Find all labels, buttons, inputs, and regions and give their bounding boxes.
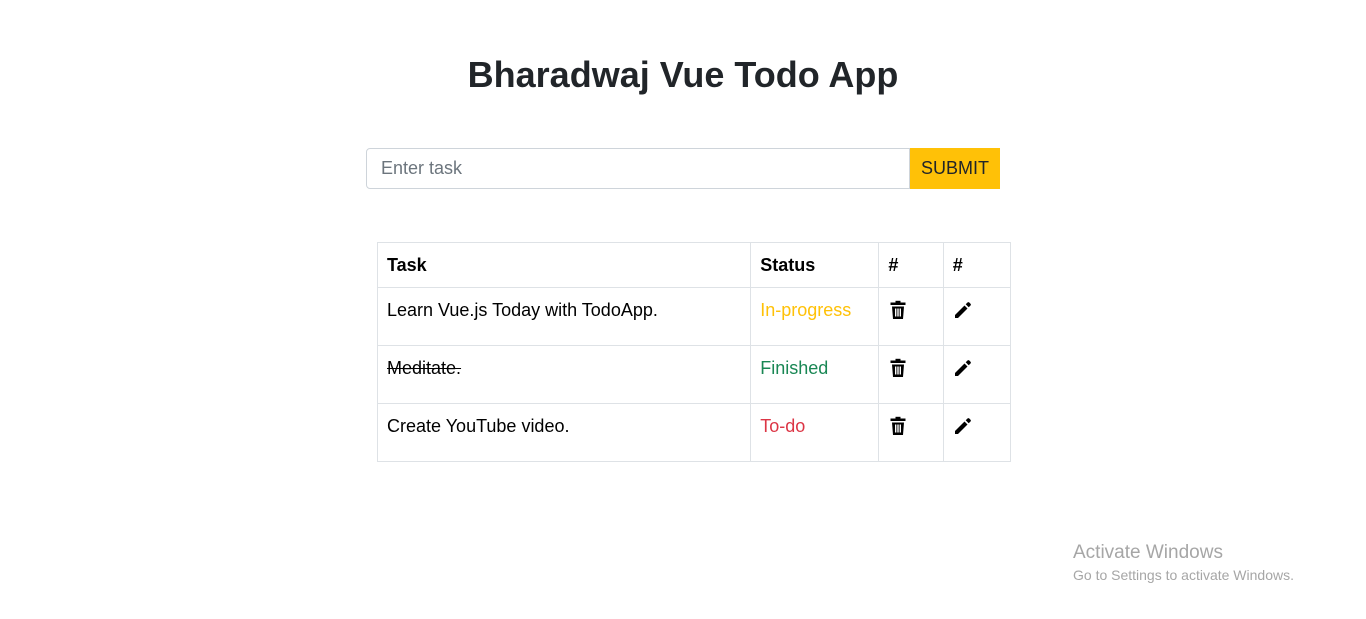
task-cell: Meditate. [376, 345, 752, 404]
delete-cell [878, 287, 944, 346]
windows-activation-watermark: Activate Windows Go to Settings to activ… [1073, 542, 1294, 586]
status-cell[interactable]: In-progress [750, 287, 880, 346]
task-input[interactable] [366, 148, 910, 189]
trash-icon[interactable] [888, 300, 908, 320]
pencil-icon[interactable] [953, 358, 973, 378]
page-title: Bharadwaj Vue Todo App [467, 54, 899, 95]
table-row: Create YouTube video. To-do [376, 403, 1012, 462]
task-name: Create YouTube video. [387, 416, 570, 436]
task-name: Learn Vue.js Today with TodoApp. [387, 300, 658, 320]
trash-icon[interactable] [888, 416, 908, 436]
status-label[interactable]: To-do [760, 416, 805, 436]
table-row: Meditate. Finished [376, 345, 1012, 404]
edit-column-header: # [942, 242, 1012, 288]
edit-cell [942, 403, 1012, 462]
task-cell: Create YouTube video. [376, 403, 752, 462]
watermark-subtitle: Go to Settings to activate Windows. [1073, 567, 1294, 583]
status-label[interactable]: In-progress [760, 300, 851, 320]
status-label[interactable]: Finished [760, 358, 828, 378]
edit-cell [942, 287, 1012, 346]
add-task-form: SUBMIT [366, 148, 1000, 189]
task-cell: Learn Vue.js Today with TodoApp. [376, 287, 752, 346]
watermark-title: Activate Windows [1073, 542, 1223, 563]
pencil-icon[interactable] [953, 300, 973, 320]
submit-button[interactable]: SUBMIT [910, 148, 1000, 189]
task-table: Task Status # # Learn Vue.js Today with … [376, 242, 1012, 462]
delete-column-header: # [878, 242, 944, 288]
page: Bharadwaj Vue Todo App SUBMIT Task Statu… [0, 0, 1366, 619]
status-column-header: Status [750, 242, 880, 288]
table-row: Learn Vue.js Today with TodoApp. In-prog… [376, 287, 1012, 346]
table-header-row: Task Status # # [376, 242, 1012, 288]
status-cell[interactable]: To-do [750, 403, 880, 462]
trash-icon[interactable] [888, 358, 908, 378]
status-cell[interactable]: Finished [750, 345, 880, 404]
task-column-header: Task [376, 242, 752, 288]
delete-cell [878, 403, 944, 462]
task-name: Meditate. [387, 358, 462, 378]
pencil-icon[interactable] [953, 416, 973, 436]
edit-cell [942, 345, 1012, 404]
delete-cell [878, 345, 944, 404]
